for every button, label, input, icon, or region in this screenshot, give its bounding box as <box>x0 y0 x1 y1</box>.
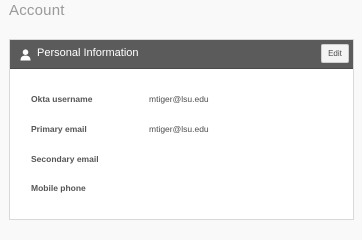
user-icon <box>20 48 31 61</box>
field-value: mtiger@lsu.edu <box>149 124 209 134</box>
field-label: Secondary email <box>31 154 99 164</box>
page-title: Account <box>9 2 65 19</box>
field-label: Okta username <box>31 94 93 104</box>
personal-information-card: Personal Information Edit Okta username … <box>9 39 354 220</box>
field-value: mtiger@lsu.edu <box>149 94 209 104</box>
card-header: Personal Information Edit <box>10 40 353 69</box>
account-page: Account Personal Information Edit Okta u… <box>0 0 362 225</box>
section-title: Personal Information <box>37 47 139 59</box>
field-label: Primary email <box>31 124 87 134</box>
edit-button[interactable]: Edit <box>321 44 349 63</box>
field-label: Mobile phone <box>31 183 86 193</box>
